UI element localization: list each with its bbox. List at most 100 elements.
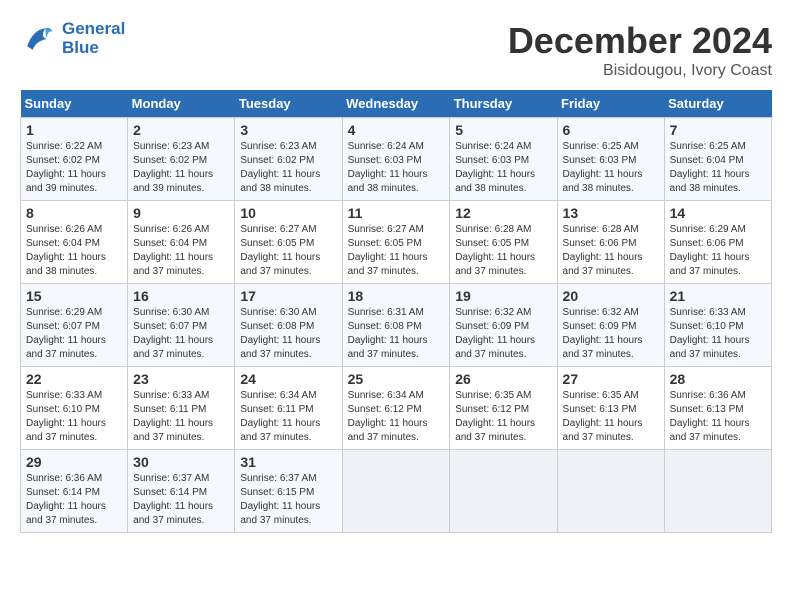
day-number: 14: [670, 205, 766, 221]
calendar-cell: 30 Sunrise: 6:37 AM Sunset: 6:14 PM Dayli…: [128, 450, 235, 533]
logo-icon: [20, 21, 56, 57]
calendar-cell: 1Sunrise: 6:22 AM Sunset: 6:02 PM Daylig…: [21, 118, 128, 201]
calendar-header-row: SundayMondayTuesdayWednesdayThursdayFrid…: [21, 90, 772, 118]
day-number: 6: [563, 122, 659, 138]
calendar-cell: 23 Sunrise: 6:33 AM Sunset: 6:11 PM Dayli…: [128, 367, 235, 450]
calendar-cell: 20Sunrise: 6:32 AM Sunset: 6:09 PM Dayli…: [557, 284, 664, 367]
day-info: Sunrise: 6:29 AM Sunset: 6:06 PM Dayligh…: [670, 223, 766, 279]
calendar-week-4: 22Sunrise: 6:33 AM Sunset: 6:10 PM Dayli…: [21, 367, 772, 450]
calendar-cell: 8 Sunrise: 6:26 AM Sunset: 6:04 PM Daylig…: [21, 201, 128, 284]
day-number: 25: [348, 371, 445, 387]
calendar-cell: 21 Sunrise: 6:33 AM Sunset: 6:10 PM Dayli…: [664, 284, 771, 367]
calendar-cell: 28 Sunrise: 6:36 AM Sunset: 6:13 PM Dayli…: [664, 367, 771, 450]
day-number: 22: [26, 371, 122, 387]
calendar-cell: 15Sunrise: 6:29 AM Sunset: 6:07 PM Dayli…: [21, 284, 128, 367]
day-number: 13: [563, 205, 659, 221]
day-number: 24: [240, 371, 336, 387]
calendar-cell: 6 Sunrise: 6:25 AM Sunset: 6:03 PM Daylig…: [557, 118, 664, 201]
calendar-week-5: 29 Sunrise: 6:36 AM Sunset: 6:14 PM Dayli…: [21, 450, 772, 533]
calendar-cell: 3Sunrise: 6:23 AM Sunset: 6:02 PM Daylig…: [235, 118, 342, 201]
day-number: 27: [563, 371, 659, 387]
calendar-body: 1Sunrise: 6:22 AM Sunset: 6:02 PM Daylig…: [21, 118, 772, 533]
calendar-cell: 27Sunrise: 6:35 AM Sunset: 6:13 PM Dayli…: [557, 367, 664, 450]
calendar-cell: 14 Sunrise: 6:29 AM Sunset: 6:06 PM Dayli…: [664, 201, 771, 284]
day-info: Sunrise: 6:23 AM Sunset: 6:02 PM Dayligh…: [133, 140, 229, 196]
day-number: 29: [26, 454, 122, 470]
calendar-cell: 18Sunrise: 6:31 AM Sunset: 6:08 PM Dayli…: [342, 284, 450, 367]
day-number: 4: [348, 122, 445, 138]
day-info: Sunrise: 6:26 AM Sunset: 6:04 PM Dayligh…: [133, 223, 229, 279]
calendar-cell: 12Sunrise: 6:28 AM Sunset: 6:05 PM Dayli…: [450, 201, 557, 284]
title-block: December 2024 Bisidougou, Ivory Coast: [508, 20, 772, 80]
day-info: Sunrise: 6:36 AM Sunset: 6:13 PM Dayligh…: [670, 389, 766, 445]
calendar-week-1: 1Sunrise: 6:22 AM Sunset: 6:02 PM Daylig…: [21, 118, 772, 201]
calendar-cell: 31Sunrise: 6:37 AM Sunset: 6:15 PM Dayli…: [235, 450, 342, 533]
calendar-cell: 4 Sunrise: 6:24 AM Sunset: 6:03 PM Daylig…: [342, 118, 450, 201]
calendar-cell: 11 Sunrise: 6:27 AM Sunset: 6:05 PM Dayli…: [342, 201, 450, 284]
day-number: 5: [455, 122, 551, 138]
day-info: Sunrise: 6:30 AM Sunset: 6:08 PM Dayligh…: [240, 306, 336, 362]
day-info: Sunrise: 6:33 AM Sunset: 6:11 PM Dayligh…: [133, 389, 229, 445]
day-number: 8: [26, 205, 122, 221]
weekday-header-monday: Monday: [128, 90, 235, 118]
calendar-cell: 29 Sunrise: 6:36 AM Sunset: 6:14 PM Dayli…: [21, 450, 128, 533]
day-number: 23: [133, 371, 229, 387]
calendar-cell: 19 Sunrise: 6:32 AM Sunset: 6:09 PM Dayli…: [450, 284, 557, 367]
day-number: 16: [133, 288, 229, 304]
calendar-cell: 13 Sunrise: 6:28 AM Sunset: 6:06 PM Dayli…: [557, 201, 664, 284]
day-info: Sunrise: 6:28 AM Sunset: 6:06 PM Dayligh…: [563, 223, 659, 279]
location: Bisidougou, Ivory Coast: [508, 62, 772, 80]
month-title: December 2024: [508, 20, 772, 62]
weekday-header-friday: Friday: [557, 90, 664, 118]
day-info: Sunrise: 6:29 AM Sunset: 6:07 PM Dayligh…: [26, 306, 122, 362]
calendar-cell: 24 Sunrise: 6:34 AM Sunset: 6:11 PM Dayli…: [235, 367, 342, 450]
day-info: Sunrise: 6:24 AM Sunset: 6:03 PM Dayligh…: [348, 140, 445, 196]
day-info: Sunrise: 6:32 AM Sunset: 6:09 PM Dayligh…: [563, 306, 659, 362]
logo-text: General Blue: [62, 20, 125, 57]
day-info: Sunrise: 6:34 AM Sunset: 6:11 PM Dayligh…: [240, 389, 336, 445]
weekday-header-wednesday: Wednesday: [342, 90, 450, 118]
logo: General Blue: [20, 20, 125, 57]
day-number: 11: [348, 205, 445, 221]
calendar-cell: [557, 450, 664, 533]
day-number: 26: [455, 371, 551, 387]
calendar-table: SundayMondayTuesdayWednesdayThursdayFrid…: [20, 90, 772, 533]
day-info: Sunrise: 6:27 AM Sunset: 6:05 PM Dayligh…: [348, 223, 445, 279]
day-number: 1: [26, 122, 122, 138]
day-number: 7: [670, 122, 766, 138]
day-number: 30: [133, 454, 229, 470]
day-info: Sunrise: 6:32 AM Sunset: 6:09 PM Dayligh…: [455, 306, 551, 362]
weekday-header-tuesday: Tuesday: [235, 90, 342, 118]
day-info: Sunrise: 6:35 AM Sunset: 6:12 PM Dayligh…: [455, 389, 551, 445]
weekday-header-saturday: Saturday: [664, 90, 771, 118]
calendar-cell: 16 Sunrise: 6:30 AM Sunset: 6:07 PM Dayli…: [128, 284, 235, 367]
day-info: Sunrise: 6:24 AM Sunset: 6:03 PM Dayligh…: [455, 140, 551, 196]
day-number: 19: [455, 288, 551, 304]
day-number: 10: [240, 205, 336, 221]
day-info: Sunrise: 6:31 AM Sunset: 6:08 PM Dayligh…: [348, 306, 445, 362]
day-info: Sunrise: 6:36 AM Sunset: 6:14 PM Dayligh…: [26, 472, 122, 528]
day-number: 2: [133, 122, 229, 138]
day-info: Sunrise: 6:37 AM Sunset: 6:14 PM Dayligh…: [133, 472, 229, 528]
day-info: Sunrise: 6:34 AM Sunset: 6:12 PM Dayligh…: [348, 389, 445, 445]
weekday-header-sunday: Sunday: [21, 90, 128, 118]
day-info: Sunrise: 6:25 AM Sunset: 6:03 PM Dayligh…: [563, 140, 659, 196]
calendar-cell: [450, 450, 557, 533]
day-number: 21: [670, 288, 766, 304]
day-info: Sunrise: 6:30 AM Sunset: 6:07 PM Dayligh…: [133, 306, 229, 362]
weekday-header-thursday: Thursday: [450, 90, 557, 118]
calendar-cell: 22Sunrise: 6:33 AM Sunset: 6:10 PM Dayli…: [21, 367, 128, 450]
day-info: Sunrise: 6:26 AM Sunset: 6:04 PM Dayligh…: [26, 223, 122, 279]
day-number: 9: [133, 205, 229, 221]
calendar-cell: 17 Sunrise: 6:30 AM Sunset: 6:08 PM Dayli…: [235, 284, 342, 367]
calendar-cell: [664, 450, 771, 533]
calendar-cell: [342, 450, 450, 533]
day-number: 28: [670, 371, 766, 387]
day-number: 3: [240, 122, 336, 138]
day-number: 17: [240, 288, 336, 304]
page-header: General Blue December 2024 Bisidougou, I…: [20, 20, 772, 80]
calendar-cell: 2 Sunrise: 6:23 AM Sunset: 6:02 PM Daylig…: [128, 118, 235, 201]
day-info: Sunrise: 6:33 AM Sunset: 6:10 PM Dayligh…: [670, 306, 766, 362]
calendar-cell: 7Sunrise: 6:25 AM Sunset: 6:04 PM Daylig…: [664, 118, 771, 201]
day-number: 31: [240, 454, 336, 470]
